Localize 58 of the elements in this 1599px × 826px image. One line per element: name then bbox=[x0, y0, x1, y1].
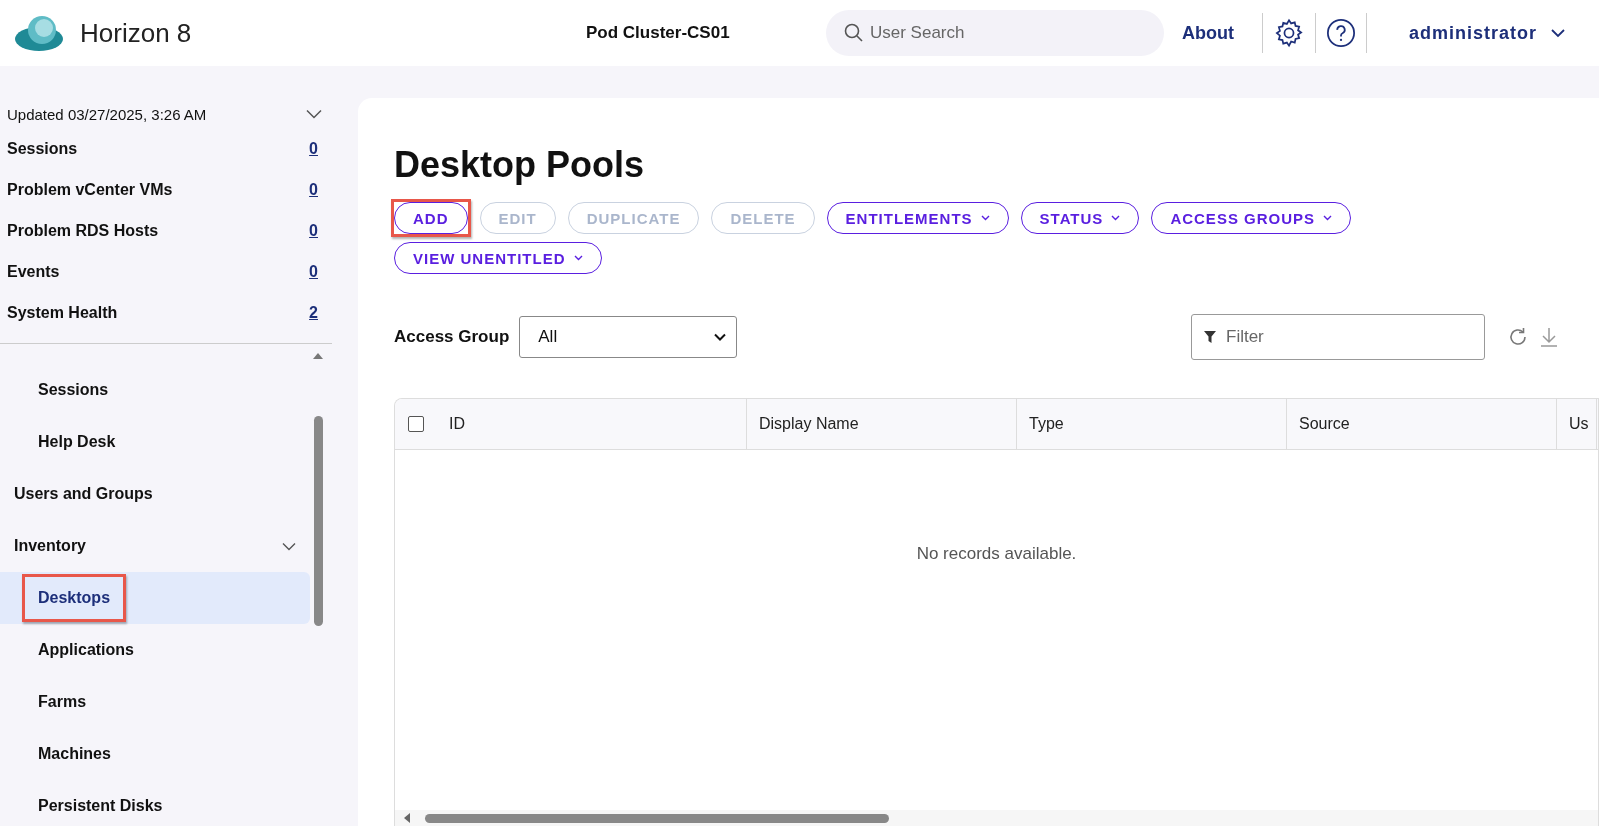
chevron-down-icon bbox=[1551, 28, 1565, 38]
scrollbar-thumb[interactable] bbox=[313, 416, 323, 626]
nav-item[interactable]: Farms bbox=[22, 678, 103, 726]
toolbar-button[interactable]: VIEW UNENTITLED bbox=[394, 242, 602, 274]
access-group-label: Access Group bbox=[394, 327, 510, 347]
chevron-down-icon bbox=[714, 333, 727, 341]
count-link[interactable]: 0 bbox=[309, 180, 324, 199]
user-search-field[interactable]: User Search bbox=[826, 10, 1164, 56]
nav-item[interactable]: Desktops bbox=[22, 574, 127, 622]
access-group-dropdown[interactable]: All bbox=[519, 316, 738, 358]
product-name: Horizon 8 bbox=[80, 17, 192, 49]
toolbar-button[interactable]: ENTITLEMENTS bbox=[826, 202, 1009, 234]
help-icon[interactable] bbox=[1326, 18, 1356, 48]
chevron-down-icon[interactable] bbox=[306, 109, 322, 119]
column-header[interactable]: Type bbox=[1029, 415, 1064, 433]
count-link[interactable]: 0 bbox=[309, 221, 324, 240]
about-link[interactable]: About bbox=[1182, 22, 1234, 44]
download-icon[interactable] bbox=[1539, 326, 1559, 348]
column-header[interactable]: Source bbox=[1299, 415, 1350, 433]
page-title: Desktop Pools bbox=[394, 144, 646, 186]
nav-item[interactable]: Machines bbox=[22, 730, 127, 778]
summary-label: System Health bbox=[7, 303, 118, 322]
nav-group[interactable]: Inventory bbox=[0, 520, 310, 572]
nav-item[interactable]: Persistent Disks bbox=[22, 782, 179, 826]
toolbar-button[interactable]: ADD bbox=[394, 202, 468, 234]
toolbar-button[interactable]: STATUS bbox=[1020, 202, 1140, 234]
nav-item[interactable]: Sessions bbox=[22, 366, 125, 414]
scroll-left-icon[interactable] bbox=[403, 813, 411, 823]
summary-label: Problem vCenter VMs bbox=[7, 180, 173, 199]
refresh-icon[interactable] bbox=[1507, 326, 1529, 348]
count-link[interactable]: 0 bbox=[309, 262, 324, 281]
empty-message: No records available. bbox=[916, 544, 1077, 564]
nav-item[interactable]: Help Desk bbox=[22, 418, 132, 466]
summary-label: Events bbox=[7, 262, 60, 281]
column-header[interactable]: ID bbox=[449, 415, 465, 433]
summary-label: Sessions bbox=[7, 139, 78, 158]
select-all-checkbox[interactable] bbox=[408, 416, 424, 432]
count-link[interactable]: 0 bbox=[309, 139, 324, 158]
caret-icon bbox=[1111, 215, 1121, 221]
column-header[interactable]: Us bbox=[1569, 415, 1589, 433]
caret-icon bbox=[573, 255, 583, 261]
caret-icon bbox=[980, 215, 990, 221]
filter-field[interactable]: Filter bbox=[1191, 314, 1485, 360]
column-header[interactable]: Display Name bbox=[759, 415, 859, 433]
summary-label: Problem RDS Hosts bbox=[7, 221, 159, 240]
scroll-up-icon[interactable] bbox=[313, 352, 323, 360]
nav-group[interactable]: Users and Groups bbox=[0, 468, 310, 520]
updated-timestamp: Updated 03/27/2025, 3:26 AM bbox=[7, 105, 207, 123]
count-link[interactable]: 2 bbox=[309, 303, 324, 322]
caret-icon bbox=[1323, 215, 1333, 221]
scrollbar-thumb[interactable] bbox=[425, 813, 889, 823]
cloud-logo-icon bbox=[14, 15, 64, 51]
pod-name: Pod Cluster-CS01 bbox=[586, 23, 731, 43]
horizontal-scrollbar[interactable] bbox=[395, 810, 1598, 826]
settings-icon[interactable] bbox=[1273, 17, 1305, 49]
toolbar-button[interactable]: ACCESS GROUPS bbox=[1151, 202, 1352, 234]
user-menu[interactable]: administrator bbox=[1403, 21, 1571, 45]
nav-item[interactable]: Applications bbox=[22, 626, 150, 674]
